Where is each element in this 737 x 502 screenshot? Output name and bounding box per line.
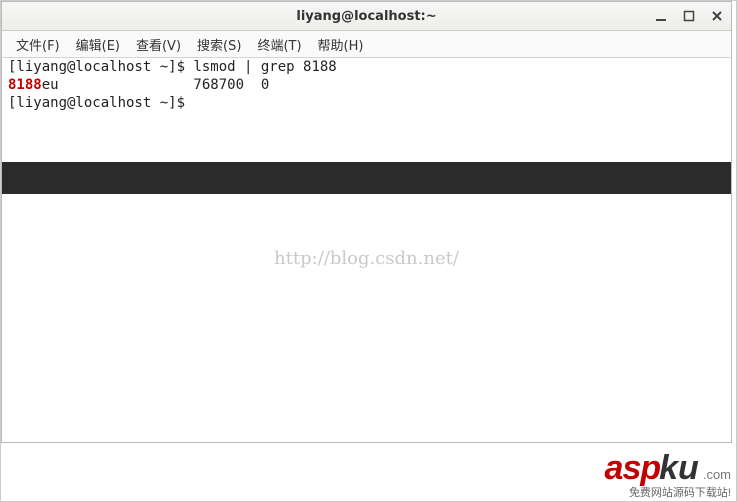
menu-terminal[interactable]: 终端(T): [249, 32, 309, 57]
brand-badge: asp ku .com 免费网站源码下载站!: [605, 449, 731, 500]
menubar: 文件(F) 编辑(E) 查看(V) 搜索(S) 终端(T) 帮助(H): [2, 31, 731, 58]
menu-edit[interactable]: 编辑(E): [68, 32, 128, 57]
menu-view[interactable]: 查看(V): [128, 32, 189, 57]
terminal-line: 8188eu 768700 0: [2, 76, 731, 94]
terminal-line: [liyang@localhost ~]$ lsmod | grep 8188: [2, 58, 731, 76]
menu-search[interactable]: 搜索(S): [189, 32, 249, 57]
brand-logo: asp ku .com: [605, 449, 731, 488]
window-title: liyang@localhost:~: [2, 9, 731, 24]
titlebar[interactable]: liyang@localhost:~: [2, 2, 731, 31]
watermark-text: http://blog.csdn.net/: [2, 248, 731, 269]
brand-logo-asp: asp: [605, 449, 661, 488]
output-text: eu 768700 0: [42, 77, 270, 93]
close-button[interactable]: [709, 8, 725, 24]
selection-bar: [2, 162, 731, 194]
prompt: [liyang@localhost ~]$: [8, 59, 193, 75]
menu-file[interactable]: 文件(F): [8, 32, 68, 57]
brand-logo-ku: ku: [659, 449, 699, 488]
command-text: lsmod | grep 8188: [193, 59, 336, 75]
maximize-button[interactable]: [681, 8, 697, 24]
brand-logo-dotcom: .com: [703, 467, 731, 482]
minimize-button[interactable]: [653, 8, 669, 24]
grep-match: 8188: [8, 77, 42, 93]
terminal-line: [liyang@localhost ~]$: [2, 94, 731, 112]
menu-help[interactable]: 帮助(H): [310, 32, 372, 57]
terminal-area[interactable]: [liyang@localhost ~]$ lsmod | grep 8188 …: [2, 58, 731, 444]
terminal-window: liyang@localhost:~ 文件(F) 编辑(E) 查看(V) 搜索(…: [1, 1, 732, 443]
prompt: [liyang@localhost ~]$: [8, 95, 193, 111]
